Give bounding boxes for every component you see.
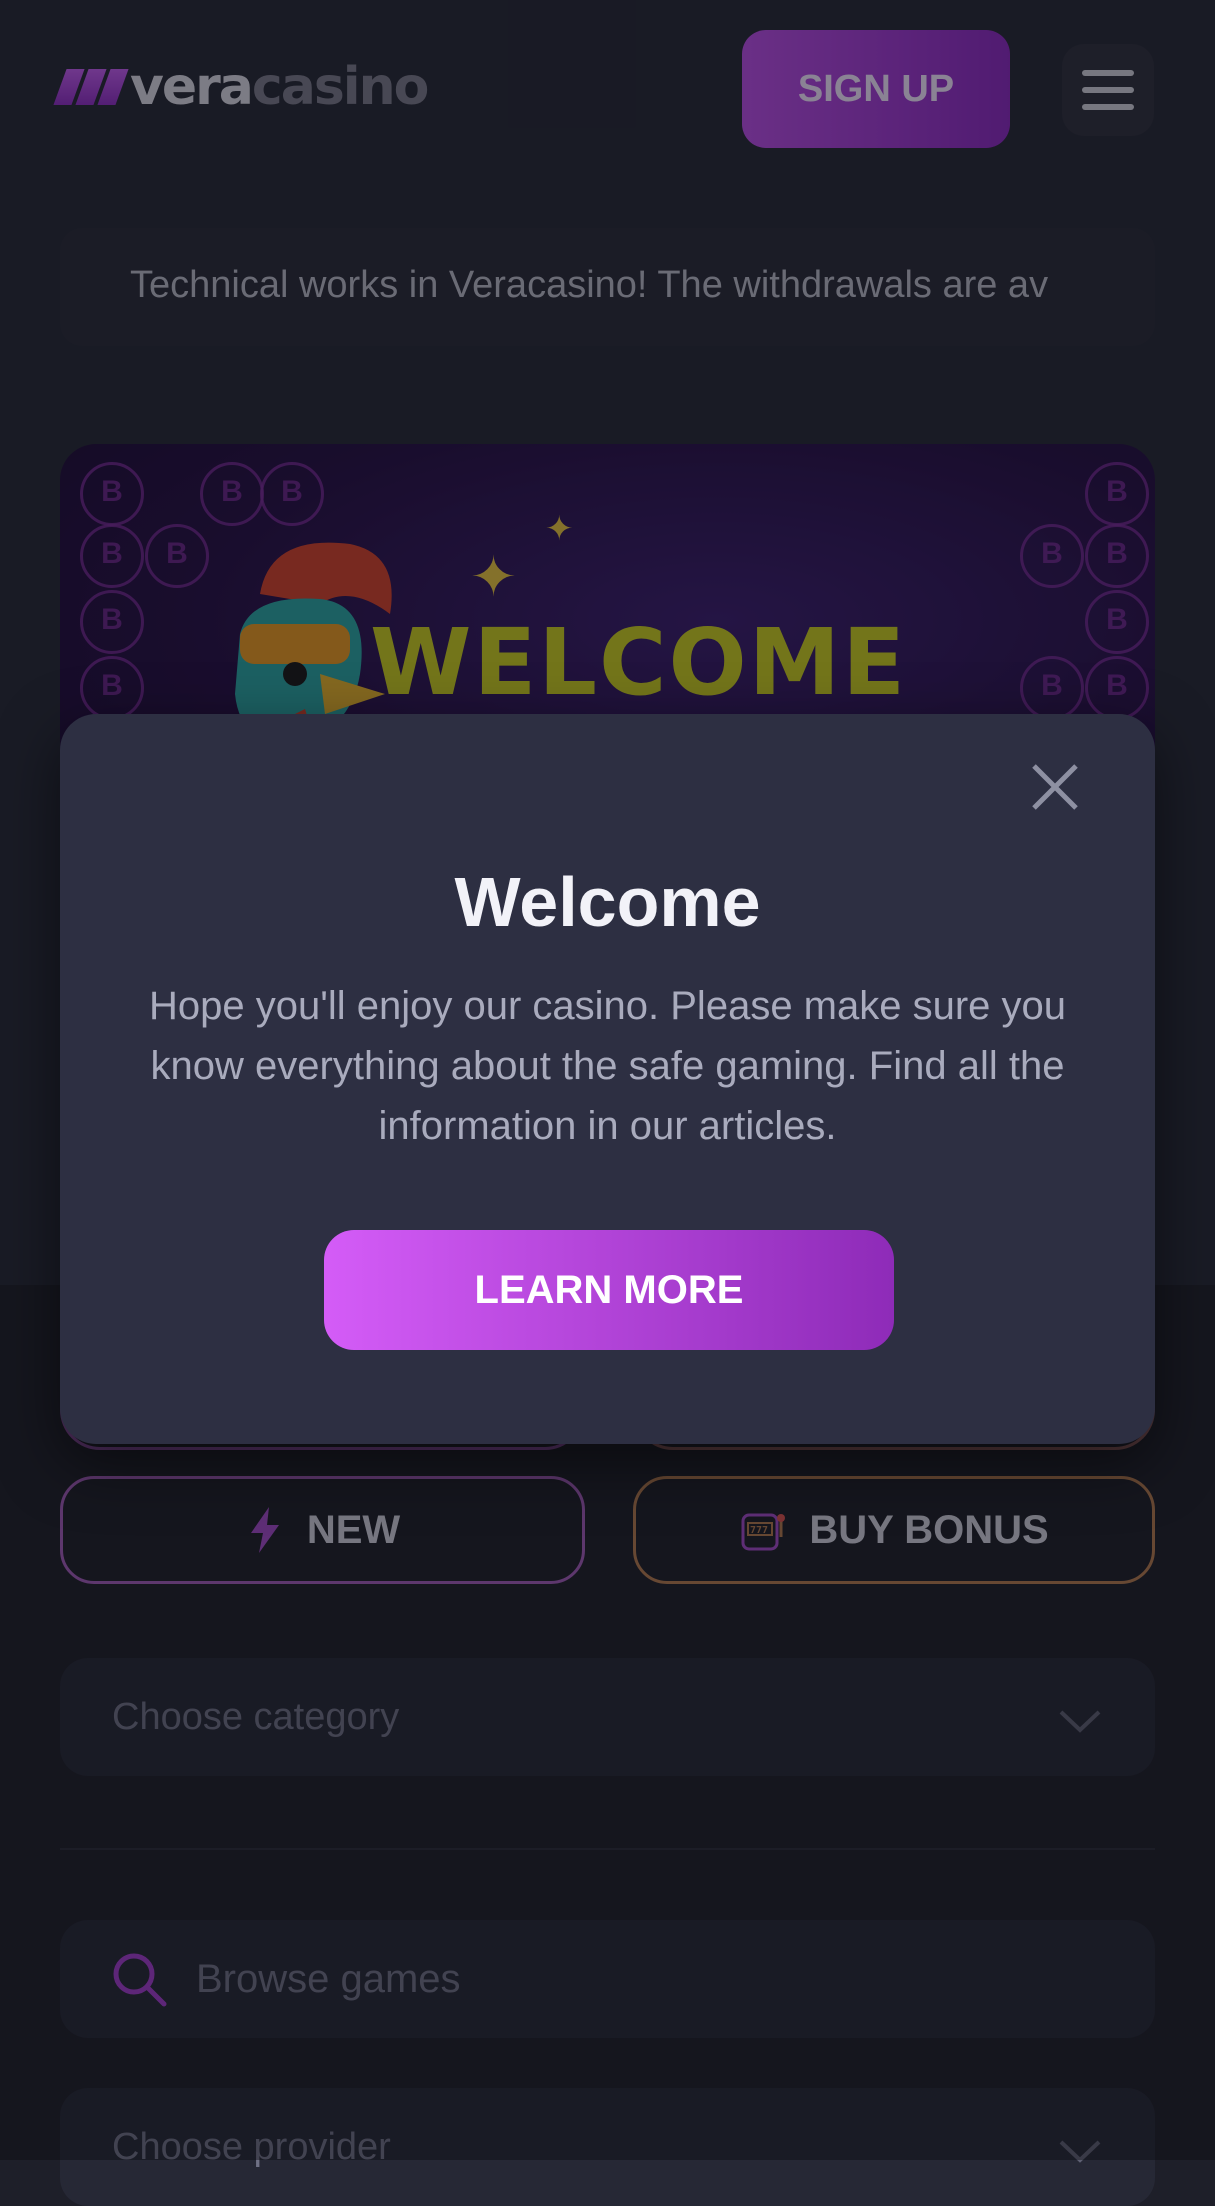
category-select-placeholder: Choose category [112, 1695, 400, 1738]
coin-icon [260, 462, 324, 526]
welcome-modal: Welcome Hope you'll enjoy our casino. Pl… [60, 714, 1155, 1444]
sign-up-button[interactable]: SIGN UP [742, 30, 1010, 148]
search-icon [113, 1953, 167, 2007]
svg-text:777: 777 [750, 1525, 768, 1536]
coin-icon [80, 590, 144, 654]
provider-select-placeholder: Choose provider [112, 2125, 391, 2168]
coin-icon [1020, 656, 1084, 720]
banner-title: WELCOME [370, 609, 908, 716]
sparkle-icon: ✦ [470, 545, 517, 608]
sparkle-icon: ✦ [545, 510, 574, 548]
veracasino-logo[interactable]: veracasino [53, 57, 429, 117]
announcement-ticker: Technical works in Veracasino! The withd… [60, 228, 1155, 346]
search-input[interactable]: Browse games [196, 1957, 461, 2002]
coin-icon [80, 462, 144, 526]
coin-icon [1085, 524, 1149, 588]
coin-icon [1085, 462, 1149, 526]
filter-new-button[interactable]: NEW [60, 1476, 585, 1584]
chevron-down-icon [1059, 1710, 1101, 1733]
category-select[interactable]: Choose category [60, 1658, 1155, 1776]
modal-title: Welcome [454, 863, 761, 941]
hamburger-menu-button[interactable] [1062, 44, 1154, 136]
modal-body-text: Hope you'll enjoy our casino. Please mak… [148, 984, 1067, 1148]
ticker-text: Technical works in Veracasino! The withd… [130, 264, 1049, 306]
coin-icon [80, 524, 144, 588]
coin-icon [80, 656, 144, 720]
coin-icon [1085, 590, 1149, 654]
filter-buy-bonus-button[interactable]: 777 BUY BONUS [633, 1476, 1155, 1584]
chevron-down-icon [1059, 2140, 1101, 2163]
coin-icon [1020, 524, 1084, 588]
browse-games-search[interactable]: Browse games [60, 1920, 1155, 2038]
filter-new-label: NEW [306, 1507, 401, 1552]
coin-icon [1085, 656, 1149, 720]
logo-mark-icon [53, 69, 129, 105]
provider-select[interactable]: Choose provider [60, 2088, 1155, 2206]
hamburger-icon-line [1082, 104, 1134, 110]
lightning-icon [250, 1507, 279, 1553]
logo-text-vera: vera [130, 57, 254, 117]
top-header: veracasino SIGN UP [0, 0, 1215, 180]
hamburger-icon [1082, 70, 1134, 76]
hamburger-icon-line [1082, 87, 1134, 93]
coin-icon [200, 462, 264, 526]
logo-text-casino: casino [251, 57, 429, 117]
close-icon[interactable] [1020, 752, 1090, 822]
learn-more-button[interactable]: LEARN MORE [324, 1230, 894, 1350]
slot-machine-icon: 777 [741, 1513, 786, 1551]
section-divider [60, 1848, 1155, 1850]
filter-buy-bonus-label: BUY BONUS [809, 1507, 1049, 1552]
